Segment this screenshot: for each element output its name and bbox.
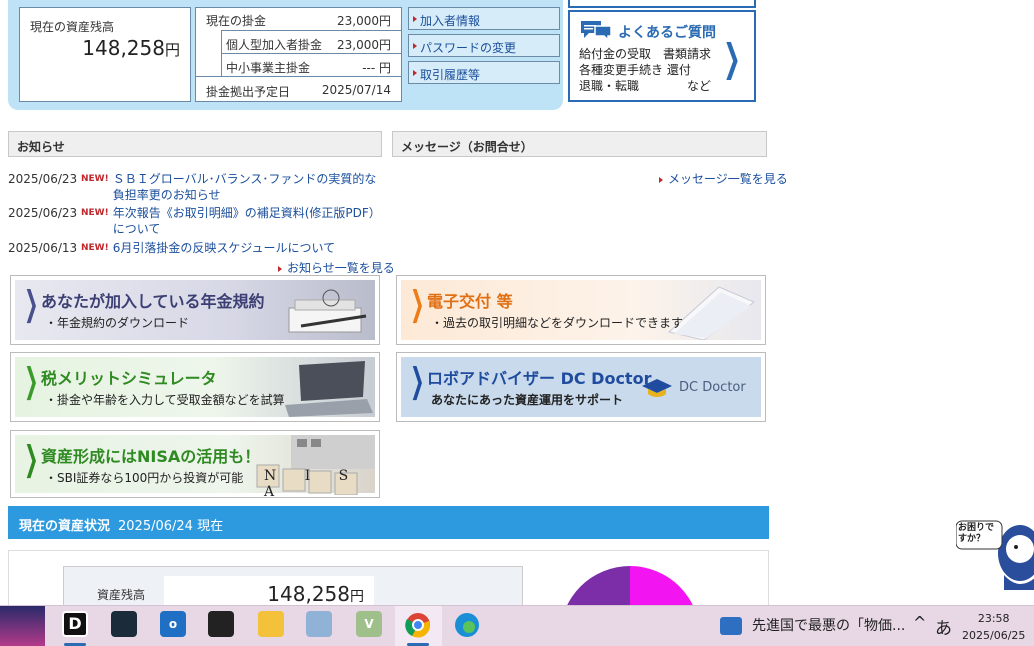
chevron-up-icon[interactable]: ^ <box>913 613 926 632</box>
notice-list-link[interactable]: お知らせ一覧を見る <box>278 259 395 276</box>
chevron-right-icon: ❯ <box>24 439 39 479</box>
app-v-icon[interactable]: V <box>356 611 382 637</box>
robo-advisor-banner[interactable]: ❯ ロボアドバイザー DC Doctor あなたにあった資産運用をサポート DC… <box>396 352 766 422</box>
chevron-right-icon: ❯ <box>410 284 425 324</box>
new-badge: NEW! <box>81 243 109 253</box>
laptop-icon <box>285 361 373 417</box>
new-badge: NEW! <box>81 208 109 218</box>
widgets-fireworks-icon[interactable] <box>0 606 45 646</box>
transaction-history-link[interactable]: 取引履歴等 <box>408 61 560 84</box>
file-explorer-icon[interactable] <box>258 611 284 637</box>
notice-item[interactable]: 2025/06/23 NEW! ＳＢＩグローバル･バランス･ファンドの実質的な負担率… <box>8 171 380 203</box>
news-widget-icon[interactable] <box>720 617 742 635</box>
asset-pie-chart <box>566 566 694 606</box>
individual-contrib-row: 個人型加入者掛金 23,000円 <box>226 38 391 52</box>
documents-pen-icon <box>288 289 367 333</box>
app-terminal-green-icon[interactable] <box>111 611 137 637</box>
app-d-icon[interactable]: D <box>62 611 88 637</box>
faq-top-edge <box>568 0 756 8</box>
message-list-link[interactable]: メッセージ一覧を見る <box>659 170 788 187</box>
password-change-link[interactable]: パスワードの変更 <box>408 34 560 57</box>
outlook-icon[interactable]: o <box>160 611 186 637</box>
tax-simulator-banner[interactable]: ❯ 税メリットシミュレータ ・掛金や年齢を入力して受取金額などを試算 <box>10 352 380 422</box>
asset-balance-value: 148,258円 <box>82 36 180 60</box>
notice-item[interactable]: 2025/06/13 NEW! 6月引落掛金の反映スケジュールについて <box>8 240 380 256</box>
mascot-bubble-text: お困りですか？ <box>958 523 995 544</box>
chat-bubbles-icon <box>581 21 612 41</box>
ime-indicator[interactable]: あ <box>935 614 952 639</box>
notice-item[interactable]: 2025/06/23 NEW! 年次報告《お取引明細》の補足資料(修正版PDF）につ… <box>8 205 380 237</box>
paper-stack-icon <box>667 286 755 340</box>
balance-label: 資産残高 <box>97 588 146 602</box>
electronic-delivery-banner[interactable]: ❯ 電子交付 等 ・過去の取引明細などをダウンロードできます <box>396 275 766 345</box>
notice-header: お知らせ <box>8 131 382 157</box>
news-headline[interactable]: 先進国で最悪の「物価... <box>752 615 905 635</box>
chevron-right-icon: ❯ <box>410 361 425 401</box>
nisa-banner[interactable]: N I S A ❯ 資産形成にはNISAの活用も！ ・SBI証券なら100円から… <box>10 430 380 500</box>
employer-contrib-row: 中小事業主掛金 --- 円 <box>226 61 391 75</box>
message-header: メッセージ（お問合せ） <box>392 131 767 157</box>
faq-title: よくあるご質問 <box>618 25 716 41</box>
faq-banner[interactable]: よくあるご質問 給付金の受取 書類請求 各種変更手続き 還付 退職・転職 など ❯ <box>568 10 756 102</box>
member-info-link[interactable]: 加入者情報 <box>408 7 560 30</box>
faq-topics: 給付金の受取 書類請求 各種変更手続き 還付 退職・転職 など <box>579 47 712 93</box>
new-badge: NEW! <box>81 174 109 184</box>
graduation-cap-icon <box>642 379 672 397</box>
current-contrib-row: 現在の掛金 23,000円 <box>206 14 391 28</box>
command-prompt-icon[interactable] <box>208 611 234 637</box>
chevron-right-icon: ❯ <box>723 36 741 80</box>
dc-doctor-logo: DC Doctor <box>679 380 746 395</box>
pension-plan-banner[interactable]: ❯ あなたが加入している年金規約 ・年金規約のダウンロード <box>10 275 380 345</box>
chevron-right-icon: ❯ <box>24 361 39 401</box>
asset-balance-label: 現在の資産残高 <box>30 20 115 34</box>
asset-status-header: 現在の資産状況 2025/06/24 現在 <box>8 506 769 539</box>
contribution-box: 現在の掛金 23,000円 個人型加入者掛金 23,000円 中小事業主掛金 --- … <box>195 7 402 102</box>
asset-balance-box: 現在の資産残高 148,258円 <box>19 7 191 102</box>
edge-icon[interactable] <box>454 612 480 638</box>
contrib-schedule-row: 掛金拠出予定日 2025/07/14 <box>206 83 391 99</box>
nisa-tiles-text: N I S A <box>264 468 361 500</box>
notepad-icon[interactable] <box>306 611 332 637</box>
chevron-right-icon: ❯ <box>24 284 39 324</box>
chrome-icon[interactable] <box>405 612 431 638</box>
help-mascot[interactable] <box>956 505 1034 590</box>
system-clock[interactable]: 23:58 2025/06/25 <box>962 610 1025 644</box>
